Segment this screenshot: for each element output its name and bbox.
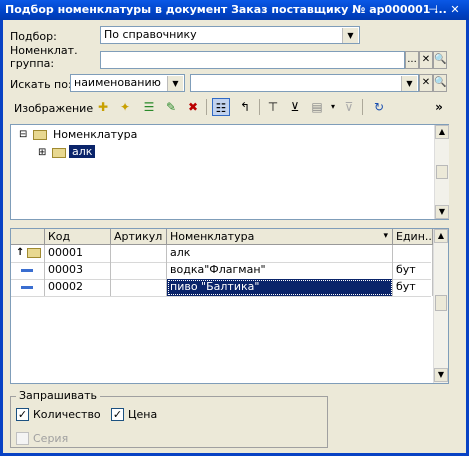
price-checkbox[interactable]: ✓: [111, 408, 124, 421]
tree-node-alk[interactable]: алк: [69, 145, 96, 158]
series-label[interactable]: Серия: [33, 432, 68, 445]
clear-icon[interactable]: ✕: [419, 74, 433, 92]
series-checkbox[interactable]: [16, 432, 29, 445]
add-icon[interactable]: ✚: [94, 98, 112, 116]
selection-value: По справочнику: [104, 28, 197, 41]
folder-icon: [33, 130, 47, 140]
cell-name: водка"Флагман": [167, 262, 393, 279]
tree-collapse-icon[interactable]: ⊟: [19, 129, 27, 140]
folder-icon: [27, 248, 41, 258]
scroll-down-icon[interactable]: ▼: [435, 205, 449, 219]
table-row[interactable]: 00003 водка"Флагман" бут: [11, 262, 433, 280]
grid-header: Код Артикул Номенклатура ▾ Един...: [11, 229, 433, 245]
sort-icon: ▾: [383, 231, 388, 241]
group-field[interactable]: [100, 51, 405, 69]
clear-icon[interactable]: ✕: [419, 51, 433, 69]
pin-icon[interactable]: ⊣: [425, 2, 441, 18]
tree-root-label[interactable]: Номенклатура: [53, 128, 137, 141]
toolbar-divider: [206, 99, 207, 115]
tree-scrollbar[interactable]: ▲ ▼: [434, 125, 449, 219]
cell-name-selected[interactable]: пиво "Балтика": [167, 279, 393, 296]
close-icon[interactable]: ✕: [447, 2, 463, 18]
item-icon: [21, 269, 33, 272]
cell-article: [111, 245, 167, 262]
search-icon[interactable]: 🔍: [433, 51, 447, 69]
group-label-line2: группа:: [10, 57, 55, 70]
copy-icon[interactable]: ☰: [140, 98, 158, 116]
search-icon[interactable]: 🔍: [433, 74, 447, 92]
ask-legend: Запрашивать: [16, 389, 101, 402]
search-by-label: Искать по:: [10, 78, 72, 91]
items-grid[interactable]: Код Артикул Номенклатура ▾ Един... ↑ 000…: [10, 228, 449, 384]
group-tree[interactable]: ⊟ Номенклатура ⊞ алк ▲ ▼: [10, 124, 449, 220]
grid-header-icon-col: [11, 229, 45, 245]
column-header-article[interactable]: Артикул: [111, 229, 167, 245]
scroll-up-icon[interactable]: ▲: [435, 125, 449, 139]
delete-icon[interactable]: ✖: [184, 98, 202, 116]
toolbar-divider: [259, 99, 260, 115]
chevron-down-icon[interactable]: ▼: [167, 76, 183, 91]
folder-icon: [52, 148, 66, 158]
cell-unit: бут: [393, 262, 433, 279]
scroll-up-icon[interactable]: ▲: [434, 229, 448, 243]
column-header-name[interactable]: Номенклатура ▾: [167, 229, 393, 245]
cell-article: [111, 279, 167, 296]
refresh-icon[interactable]: ↻: [370, 98, 388, 116]
cell-unit: [393, 245, 433, 262]
grid-scrollbar[interactable]: ▲ ▼: [433, 229, 448, 383]
price-label[interactable]: Цена: [128, 408, 157, 421]
more-icon[interactable]: »: [430, 98, 448, 116]
search-input[interactable]: ▼: [190, 74, 419, 92]
tree-expand-icon[interactable]: ⊞: [38, 147, 46, 158]
quantity-label[interactable]: Количество: [33, 408, 101, 421]
group-label-line1: Номенклат.: [10, 44, 78, 57]
cell-name: алк: [167, 245, 393, 262]
filter-icon[interactable]: ⊤: [264, 98, 282, 116]
image-label: Изображение: [14, 102, 94, 115]
row-icon-cell: [11, 262, 45, 279]
table-row[interactable]: ↑ 00001 алк: [11, 245, 433, 263]
scroll-down-icon[interactable]: ▼: [434, 368, 448, 382]
selection-label: Подбор:: [10, 30, 57, 43]
item-icon: [21, 286, 33, 289]
chevron-down-icon[interactable]: ▼: [401, 76, 417, 91]
cell-code: 00002: [45, 279, 111, 296]
clear-filter-icon[interactable]: ⊽: [340, 98, 358, 116]
window-title: Подбор номенклатуры в документ Заказ пос…: [0, 0, 469, 20]
hierarchy-icon[interactable]: ☷: [212, 98, 230, 116]
cell-article: [111, 262, 167, 279]
level-up-icon[interactable]: ↰: [236, 98, 254, 116]
column-header-name-label: Номенклатура: [170, 230, 255, 243]
up-arrow-icon: ↑: [16, 247, 25, 258]
column-header-code[interactable]: Код: [45, 229, 111, 245]
scroll-thumb[interactable]: [435, 295, 447, 311]
row-icon-cell: [11, 279, 45, 296]
search-field-value: наименованию: [74, 76, 161, 89]
filter-value-icon[interactable]: ⊻: [286, 98, 304, 116]
scroll-thumb[interactable]: [436, 165, 448, 179]
select-button[interactable]: ...: [405, 51, 419, 69]
add-group-icon[interactable]: ✦: [116, 98, 134, 116]
search-field-dropdown[interactable]: наименованию ▼: [70, 74, 185, 92]
edit-icon[interactable]: ✎: [162, 98, 180, 116]
row-icon-cell: ↑: [11, 245, 45, 262]
toolbar-divider: [362, 99, 363, 115]
selection-dropdown[interactable]: По справочнику ▼: [100, 26, 360, 44]
quantity-checkbox[interactable]: ✓: [16, 408, 29, 421]
column-header-unit[interactable]: Един...: [393, 229, 433, 245]
table-row[interactable]: 00002 пиво "Балтика" бут: [11, 279, 433, 297]
cell-unit: бут: [393, 279, 433, 296]
cell-code: 00001: [45, 245, 111, 262]
chevron-down-icon[interactable]: ▼: [342, 28, 358, 43]
cell-code: 00003: [45, 262, 111, 279]
